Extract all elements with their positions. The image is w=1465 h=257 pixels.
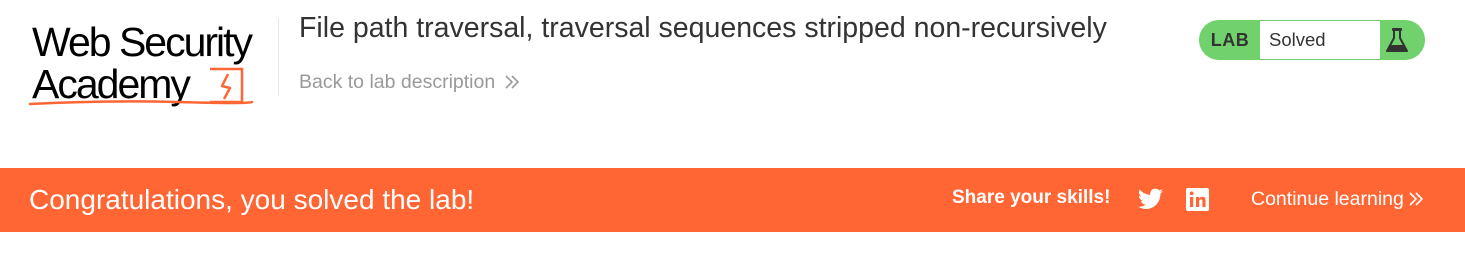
page: Web Security Academy File path traversal… — [0, 0, 1465, 257]
continue-learning-label: Continue learning — [1251, 188, 1404, 210]
status-value: Solved — [1260, 21, 1380, 59]
congratulations-message: Congratulations, you solved the lab! — [29, 184, 475, 215]
status-lab-label: LAB — [1210, 30, 1250, 50]
back-to-lab-description-link[interactable]: Back to lab description — [299, 70, 521, 94]
double-chevron-right-icon — [1409, 192, 1423, 206]
twitter-icon[interactable] — [1138, 188, 1163, 210]
linkedin-icon[interactable] — [1186, 188, 1209, 211]
logo-underline — [28, 100, 254, 106]
back-link-label: Back to lab description — [299, 71, 496, 93]
share-skills-label: Share your skills! — [952, 187, 1111, 208]
logo-text-line1: Web Security — [32, 19, 253, 65]
lab-title: File path traversal, traversal sequences… — [299, 12, 1107, 44]
continue-learning-link[interactable]: Continue learning — [1251, 187, 1424, 211]
header-divider — [278, 18, 279, 96]
web-security-academy-logo[interactable]: Web Security Academy — [28, 14, 278, 110]
solved-banner: Congratulations, you solved the lab! Sha… — [0, 168, 1465, 232]
lab-header: Web Security Academy File path traversal… — [0, 0, 1465, 168]
double-chevron-right-icon — [505, 75, 520, 89]
flask-icon — [1386, 28, 1408, 52]
lab-status-widget: LAB Solved — [1199, 20, 1425, 60]
